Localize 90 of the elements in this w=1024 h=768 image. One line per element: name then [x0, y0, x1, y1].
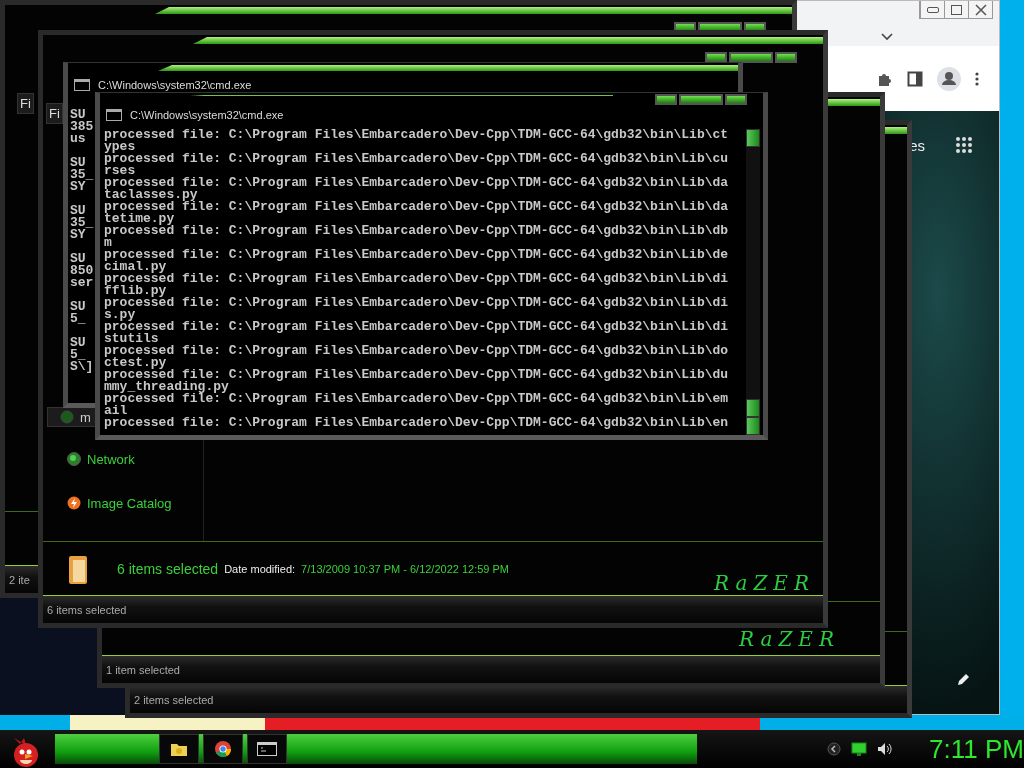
nav-item[interactable]: Image Catalog [67, 495, 172, 511]
console-line: ser [70, 277, 94, 289]
selection-count: 6 items selected [117, 560, 219, 577]
console-line: taclasses.py [104, 189, 198, 201]
monitor-icon[interactable] [851, 741, 868, 757]
console-icon [256, 742, 277, 756]
console-line: processed file: C:\Program Files\Embarcadero\Dev-Cpp\TDM-GCC-64\gdb32\bin\Lib\de [104, 249, 730, 261]
taskbar-button[interactable] [246, 734, 287, 764]
taskbar-button[interactable] [158, 734, 199, 764]
maximize-button[interactable] [729, 52, 773, 63]
console-line: S\] [70, 361, 94, 373]
console-line: m [104, 237, 112, 249]
console-line: processed file: C:\Program Files\Embarcadero\Dev-Cpp\TDM-GCC-64\gdb32\bin\Lib\ct [104, 129, 730, 141]
drive-icon [60, 410, 74, 424]
console-line: rses [104, 165, 136, 177]
close-button[interactable] [725, 94, 747, 105]
console-line: 35_ [70, 217, 94, 229]
status-text: 2 ite [8, 573, 30, 586]
sidebar-icon[interactable] [907, 70, 923, 87]
console-line: processed file: C:\Program Files\Embarcadero\Dev-Cpp\TDM-GCC-64\gdb32\bin\Lib\di [104, 321, 730, 333]
console-line: SU [70, 301, 87, 313]
console-line: processed file: C:\Program Files\Embarcadero\Dev-Cpp\TDM-GCC-64\gdb32\bin\Lib\di [104, 273, 730, 285]
close-button[interactable] [775, 52, 797, 63]
status-text: 6 items selected [46, 603, 127, 616]
avatar-icon[interactable] [937, 66, 961, 91]
speaker-icon[interactable] [877, 742, 894, 756]
date-range: 7/13/2009 10:37 PM - 6/12/2022 12:59 PM [301, 562, 510, 575]
status-text: 1 item selected [105, 663, 180, 676]
console-line: SU [70, 205, 86, 217]
console-line: s.py [104, 309, 136, 321]
console-line: processed file: C:\Program Files\Embarcadero\Dev-Cpp\TDM-GCC-64\gdb32\bin\Lib\en [104, 417, 730, 429]
scroll-up-button[interactable] [746, 129, 760, 147]
console-line: processed file: C:\Program Files\Embarcadero\Dev-Cpp\TDM-GCC-64\gdb32\bin\Lib\cu [104, 153, 730, 165]
pencil-icon[interactable] [957, 672, 971, 686]
console-line: SY [70, 181, 86, 193]
date-label: Date modified: [224, 562, 296, 575]
scroll-thumb[interactable] [746, 399, 760, 417]
console-line: processed file: C:\Program Files\Embarcadero\Dev-Cpp\TDM-GCC-64\gdb32\bin\Lib\du [104, 369, 730, 381]
nav-item[interactable]: m [47, 407, 96, 427]
console-line: SU [70, 157, 86, 169]
minimize-button[interactable] [655, 94, 677, 105]
logo: RaZER [714, 571, 815, 595]
window-title: C:\Windows\system32\cmd.exe [98, 79, 252, 91]
scrollbar[interactable] [746, 129, 760, 435]
console-icon [74, 79, 90, 91]
scroll-down-button[interactable] [746, 417, 760, 435]
console-line: tetime.py [104, 213, 176, 225]
console-line: processed file: C:\Program Files\Embarcadero\Dev-Cpp\TDM-GCC-64\gdb32\bin\Lib\em [104, 393, 730, 405]
console-icon [106, 109, 122, 121]
console-line: 850 [70, 265, 94, 277]
console-line: SU [70, 337, 87, 349]
chevron-left-icon[interactable] [827, 742, 842, 756]
console-line: processed file: C:\Program Files\Embarcadero\Dev-Cpp\TDM-GCC-64\gdb32\bin\Lib\db [104, 225, 730, 237]
console-line: 5_ [70, 313, 87, 325]
console-line: 385 [70, 121, 94, 133]
console-line: processed file: C:\Program Files\Embarcadero\Dev-Cpp\TDM-GCC-64\gdb32\bin\Lib\da [104, 177, 730, 189]
folder-icon [169, 741, 188, 757]
console-line: us [70, 133, 87, 145]
maximize-button[interactable] [679, 94, 723, 105]
globe-icon [67, 452, 81, 466]
apps-grid-icon[interactable] [955, 136, 973, 154]
console-line: SU [70, 109, 86, 121]
console-line: ctest.py [104, 357, 167, 369]
console-line: ail [104, 405, 128, 417]
console-line: processed file: C:\Program Files\Embarcadero\Dev-Cpp\TDM-GCC-64\gdb32\bin\Lib\da [104, 201, 730, 213]
menu-icon[interactable] [975, 71, 979, 86]
console-line: 35_ [70, 169, 94, 181]
console-line: processed file: C:\Program Files\Embarcadero\Dev-Cpp\TDM-GCC-64\gdb32\bin\Lib\di [104, 297, 730, 309]
logo: RaZER [739, 627, 840, 651]
console-line: mmy_threading.py [104, 381, 229, 393]
console-line: 5_ [70, 349, 86, 361]
window-title: C:\Windows\system32\cmd.exe [130, 109, 284, 121]
nav-item[interactable]: Network [67, 451, 135, 467]
minimize-button[interactable] [705, 52, 727, 63]
console-line: SY [70, 229, 86, 241]
console-line: ypes [104, 141, 136, 153]
browser-icon [213, 740, 232, 758]
close-icon [974, 3, 987, 16]
clock[interactable]: 7:11 PM [929, 734, 1024, 764]
console-line: SU [70, 253, 86, 265]
console-line: fflib.py [104, 285, 167, 297]
chevron-down-icon[interactable] [881, 33, 893, 41]
status-text: 2 items selected [133, 693, 214, 706]
console-line: stutils [104, 333, 159, 345]
console-line: cimal.py [104, 261, 167, 273]
console-line: processed file: C:\Program Files\Embarcadero\Dev-Cpp\TDM-GCC-64\gdb32\bin\Lib\do [104, 345, 730, 357]
lightning-icon [67, 496, 81, 510]
menu-button[interactable]: Fi [17, 93, 34, 114]
menu-button[interactable]: Fi [46, 103, 63, 124]
taskbar-button[interactable] [202, 734, 243, 764]
